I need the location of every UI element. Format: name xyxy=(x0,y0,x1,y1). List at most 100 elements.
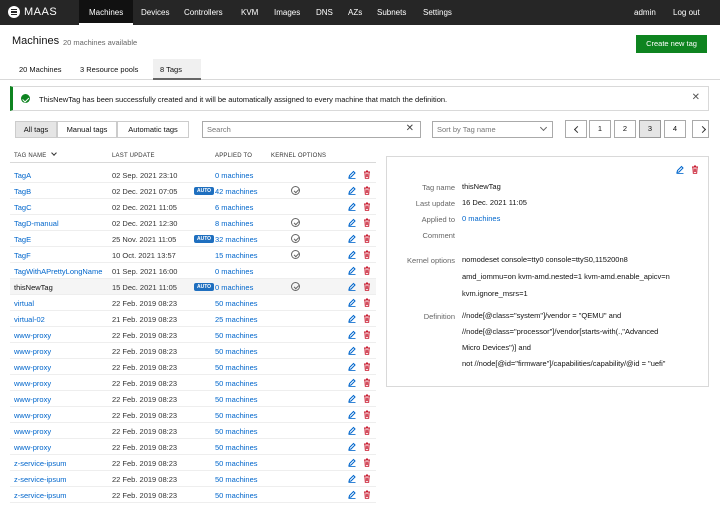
tag-name-link[interactable]: www-proxy xyxy=(14,331,106,340)
edit-icon[interactable] xyxy=(348,250,356,259)
table-row[interactable]: TagWithAPrettyLongName 01 Sep. 2021 16:00… xyxy=(10,263,376,279)
tag-name-link[interactable]: z-service-ipsum xyxy=(14,475,106,484)
tab-tags[interactable]: 8 Tags xyxy=(153,59,201,80)
tag-name-link[interactable]: TagF xyxy=(14,251,106,260)
tag-name-link[interactable]: z-service-ipsum xyxy=(14,491,106,500)
edit-icon[interactable] xyxy=(348,490,356,499)
table-row[interactable]: z-service-ipsum 22 Feb. 2019 08:23 50 mach… xyxy=(10,455,376,471)
delete-icon[interactable] xyxy=(363,186,371,195)
applied-to-link[interactable]: 32 machines xyxy=(215,235,258,244)
applied-to-link[interactable]: 0 machines xyxy=(215,283,253,292)
table-row[interactable]: www-proxy 22 Feb. 2019 08:23 50 machines xyxy=(10,439,376,455)
applied-to-link[interactable]: 25 machines xyxy=(215,315,258,324)
delete-icon[interactable] xyxy=(363,250,371,259)
tag-name-link[interactable]: TagB xyxy=(14,187,106,196)
delete-icon[interactable] xyxy=(363,346,371,355)
applied-to-link[interactable]: 50 machines xyxy=(215,459,258,468)
close-icon[interactable]: ✕ xyxy=(692,92,700,103)
nav-subnets[interactable]: Subnets xyxy=(377,0,406,25)
delete-icon[interactable] xyxy=(363,410,371,419)
tag-name-link[interactable]: TagA xyxy=(14,171,106,180)
table-row[interactable]: TagA 02 Sep. 2021 23:10 0 machines xyxy=(10,167,376,183)
delete-icon[interactable] xyxy=(363,394,371,403)
applied-to-link[interactable]: 50 machines xyxy=(215,363,258,372)
tag-name-link[interactable]: www-proxy xyxy=(14,395,106,404)
edit-icon[interactable] xyxy=(348,202,356,211)
tag-name-link[interactable]: thisNewTag xyxy=(14,283,106,292)
table-row[interactable]: z-service-ipsum 22 Feb. 2019 08:23 50 mach… xyxy=(10,471,376,487)
tag-name-link[interactable]: www-proxy xyxy=(14,411,106,420)
delete-icon[interactable] xyxy=(691,165,699,174)
edit-icon[interactable] xyxy=(676,165,684,174)
table-row[interactable]: TagF 10 Oct. 2021 13:57 15 machines xyxy=(10,247,376,263)
applied-to-link[interactable]: 50 machines xyxy=(215,395,258,404)
delete-icon[interactable] xyxy=(363,490,371,499)
table-row[interactable]: www-proxy 22 Feb. 2019 08:23 50 machines xyxy=(10,343,376,359)
page-4[interactable]: 4 xyxy=(664,120,686,138)
tag-name-link[interactable]: www-proxy xyxy=(14,443,106,452)
table-row[interactable]: www-proxy 22 Feb. 2019 08:23 50 machines xyxy=(10,327,376,343)
nav-settings[interactable]: Settings xyxy=(423,0,452,25)
brand-name[interactable]: MAAS xyxy=(24,6,57,18)
filter-manual-tags[interactable]: Manual tags xyxy=(57,121,117,138)
edit-icon[interactable] xyxy=(348,474,356,483)
edit-icon[interactable] xyxy=(348,282,356,291)
delete-icon[interactable] xyxy=(363,362,371,371)
table-row[interactable]: www-proxy 22 Feb. 2019 08:23 50 machines xyxy=(10,391,376,407)
applied-to-link[interactable]: 50 machines xyxy=(215,443,258,452)
table-row[interactable]: TagC 02 Dec. 2021 11:05 6 machines xyxy=(10,199,376,215)
delete-icon[interactable] xyxy=(363,378,371,387)
edit-icon[interactable] xyxy=(348,330,356,339)
table-row[interactable]: thisNewTag 15 Dec. 2021 11:05 AUTO 0 machin… xyxy=(10,279,376,295)
tab-machines[interactable]: 20 Machines xyxy=(12,59,69,80)
maas-logo-icon[interactable] xyxy=(8,6,20,18)
logout-link[interactable]: Log out xyxy=(673,0,700,25)
edit-icon[interactable] xyxy=(348,186,356,195)
edit-icon[interactable] xyxy=(348,378,356,387)
prev-page-button[interactable] xyxy=(565,120,587,138)
tag-name-link[interactable]: virtual-02 xyxy=(14,315,106,324)
delete-icon[interactable] xyxy=(363,458,371,467)
edit-icon[interactable] xyxy=(348,314,356,323)
table-row[interactable]: www-proxy 22 Feb. 2019 08:23 50 machines xyxy=(10,407,376,423)
edit-icon[interactable] xyxy=(348,426,356,435)
tag-name-link[interactable]: virtual xyxy=(14,299,106,308)
page-2[interactable]: 2 xyxy=(614,120,636,138)
delete-icon[interactable] xyxy=(363,234,371,243)
table-row[interactable]: z-service-ipsum 22 Feb. 2019 08:23 50 mach… xyxy=(10,487,376,503)
nav-machines[interactable]: Machines xyxy=(79,0,134,25)
edit-icon[interactable] xyxy=(348,346,356,355)
applied-to-link[interactable]: 50 machines xyxy=(215,331,258,340)
tag-name-link[interactable]: www-proxy xyxy=(14,379,106,388)
table-row[interactable]: virtual-02 21 Feb. 2019 08:23 25 machines xyxy=(10,311,376,327)
edit-icon[interactable] xyxy=(348,266,356,275)
tag-name-link[interactable]: TagE xyxy=(14,235,106,244)
delete-icon[interactable] xyxy=(363,218,371,227)
delete-icon[interactable] xyxy=(363,314,371,323)
nav-controllers[interactable]: Controllers xyxy=(184,0,223,25)
applied-to-link[interactable]: 50 machines xyxy=(215,347,258,356)
delete-icon[interactable] xyxy=(363,282,371,291)
edit-icon[interactable] xyxy=(348,170,356,179)
column-header-tag-name[interactable]: TAG NAME xyxy=(14,150,57,159)
tag-name-link[interactable]: www-proxy xyxy=(14,427,106,436)
table-row[interactable]: TagD-manual 02 Dec. 2021 12:30 8 machines xyxy=(10,215,376,231)
tag-name-link[interactable]: www-proxy xyxy=(14,347,106,356)
applied-to-link[interactable]: 42 machines xyxy=(215,187,258,196)
table-row[interactable]: www-proxy 22 Feb. 2019 08:23 50 machines xyxy=(10,423,376,439)
next-page-button[interactable] xyxy=(692,120,709,138)
tab-resource-pools[interactable]: 3 Resource pools xyxy=(73,59,145,80)
tag-name-link[interactable]: TagWithAPrettyLongName xyxy=(14,267,106,276)
applied-to-link[interactable]: 0 machines xyxy=(462,211,702,227)
page-3[interactable]: 3 xyxy=(639,120,661,138)
delete-icon[interactable] xyxy=(363,474,371,483)
edit-icon[interactable] xyxy=(348,442,356,451)
applied-to-link[interactable]: 0 machines xyxy=(215,267,253,276)
tag-name-link[interactable]: TagD-manual xyxy=(14,219,106,228)
applied-to-link[interactable]: 50 machines xyxy=(215,299,258,308)
applied-to-link[interactable]: 50 machines xyxy=(215,427,258,436)
delete-icon[interactable] xyxy=(363,442,371,451)
delete-icon[interactable] xyxy=(363,170,371,179)
filter-all-tags[interactable]: All tags xyxy=(15,121,57,138)
table-row[interactable]: TagE 25 Nov. 2021 11:05 AUTO 32 machines xyxy=(10,231,376,247)
